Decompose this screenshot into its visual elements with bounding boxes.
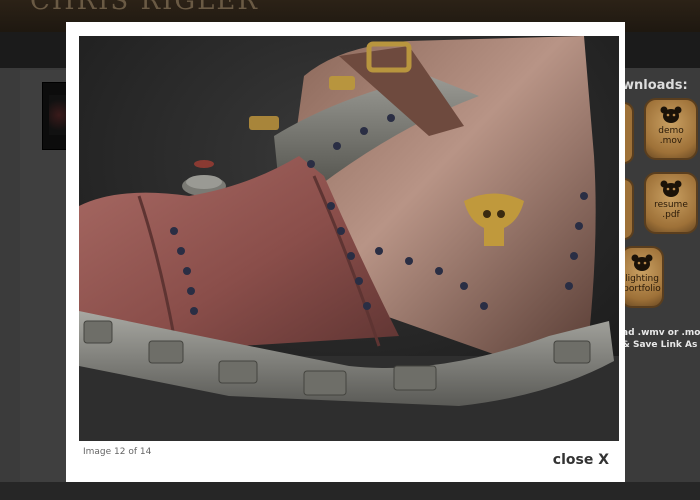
- close-button[interactable]: close X: [553, 452, 609, 468]
- lightbox-overlay[interactable]: Image 12 of 14 close X: [0, 0, 700, 500]
- lightbox-dialog: Image 12 of 14 close X: [66, 22, 625, 482]
- boot-render-image: [79, 36, 619, 441]
- lightbox-image[interactable]: [79, 36, 619, 441]
- image-counter: Image 12 of 14: [83, 447, 152, 457]
